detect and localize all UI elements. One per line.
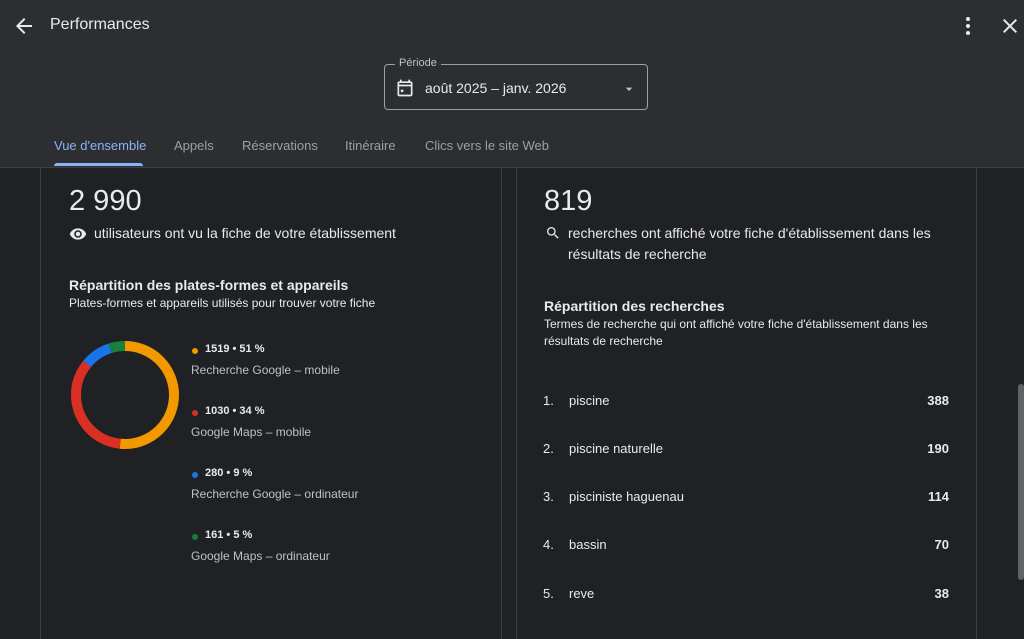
search-icon — [547, 227, 559, 239]
search-term-rank: 4. — [543, 537, 554, 552]
app-header: Performances Période août 2025 – janv. 2… — [0, 0, 1024, 168]
legend-value: 1519 • 51 % — [205, 343, 265, 355]
tab-bookings[interactable]: Réservations — [242, 138, 318, 153]
profile-views-card: 2 990 utilisateurs ont vu la fiche de vo… — [40, 167, 502, 639]
tab-website-clicks[interactable]: Clics vers le site Web — [425, 138, 549, 153]
legend-dot — [192, 348, 198, 354]
legend-label: Google Maps – mobile — [191, 425, 312, 439]
legend-value: 1030 • 34 % — [205, 405, 265, 417]
search-term-count: 114 — [928, 489, 949, 504]
search-term-row: 4. bassin 70 — [543, 535, 949, 559]
search-term-count: 70 — [934, 537, 949, 552]
search-term-row: 5. reve 38 — [543, 584, 949, 608]
calendar-icon — [397, 79, 413, 97]
platforms-title: Répartition des plates-formes et apparei… — [69, 277, 349, 293]
search-term-row: 3. pisciniste haguenau 114 — [543, 487, 949, 511]
search-term-rank: 2. — [543, 441, 554, 456]
search-term: reve — [569, 586, 595, 601]
legend-value: 161 • 5 % — [205, 529, 253, 541]
legend-dot — [192, 472, 198, 478]
search-term-count: 388 — [927, 393, 949, 408]
legend-dot — [192, 410, 198, 416]
legend-value: 280 • 9 % — [205, 467, 253, 479]
arrow-back-icon[interactable] — [12, 14, 36, 38]
legend-label: Recherche Google – mobile — [191, 363, 340, 377]
search-term: pisciniste haguenau — [569, 489, 684, 504]
close-icon[interactable] — [998, 14, 1022, 38]
tab-directions[interactable]: Itinéraire — [345, 138, 396, 153]
searches-count: 819 — [544, 185, 593, 217]
page-title: Performances — [50, 16, 150, 33]
scrollbar[interactable] — [1018, 384, 1024, 580]
searches-breakdown-subtitle: Termes de recherche qui ont affiché votr… — [544, 317, 928, 348]
searches-card: 819 recherches ont affiché votre fiche d… — [516, 167, 977, 639]
search-term-rank: 1. — [543, 393, 554, 408]
search-term-row: 2. piscine naturelle 190 — [543, 439, 949, 463]
active-tab-indicator — [54, 163, 143, 166]
legend-dot — [192, 534, 198, 540]
search-term: piscine — [569, 393, 610, 408]
platforms-subtitle: Plates-formes et appareils utilisés pour… — [69, 296, 376, 310]
tab-overview[interactable]: Vue d'ensemble — [54, 138, 146, 153]
eye-icon — [69, 228, 87, 240]
period-label: Période — [395, 57, 441, 69]
views-description: utilisateurs ont vu la fiche de votre ét… — [94, 225, 396, 241]
arrow-drop-down-icon — [625, 87, 633, 91]
search-term-count: 190 — [927, 441, 949, 456]
search-term-count: 38 — [934, 586, 949, 601]
searches-description: recherches ont affiché votre fiche d'éta… — [568, 225, 931, 262]
search-term-rank: 3. — [543, 489, 554, 504]
search-term-row: 1. piscine 388 — [543, 391, 949, 415]
period-value: août 2025 – janv. 2026 — [425, 80, 567, 96]
period-select[interactable]: Période août 2025 – janv. 2026 — [384, 57, 648, 110]
search-term: bassin — [569, 537, 607, 552]
search-term-rank: 5. — [543, 586, 554, 601]
views-count: 2 990 — [69, 185, 142, 217]
more-vert-icon[interactable] — [956, 14, 980, 38]
legend-label: Google Maps – ordinateur — [191, 549, 330, 563]
tab-calls[interactable]: Appels — [174, 138, 214, 153]
platforms-donut-chart — [71, 341, 179, 449]
searches-breakdown-title: Répartition des recherches — [544, 298, 725, 314]
search-term: piscine naturelle — [569, 441, 663, 456]
legend-label: Recherche Google – ordinateur — [191, 487, 359, 501]
